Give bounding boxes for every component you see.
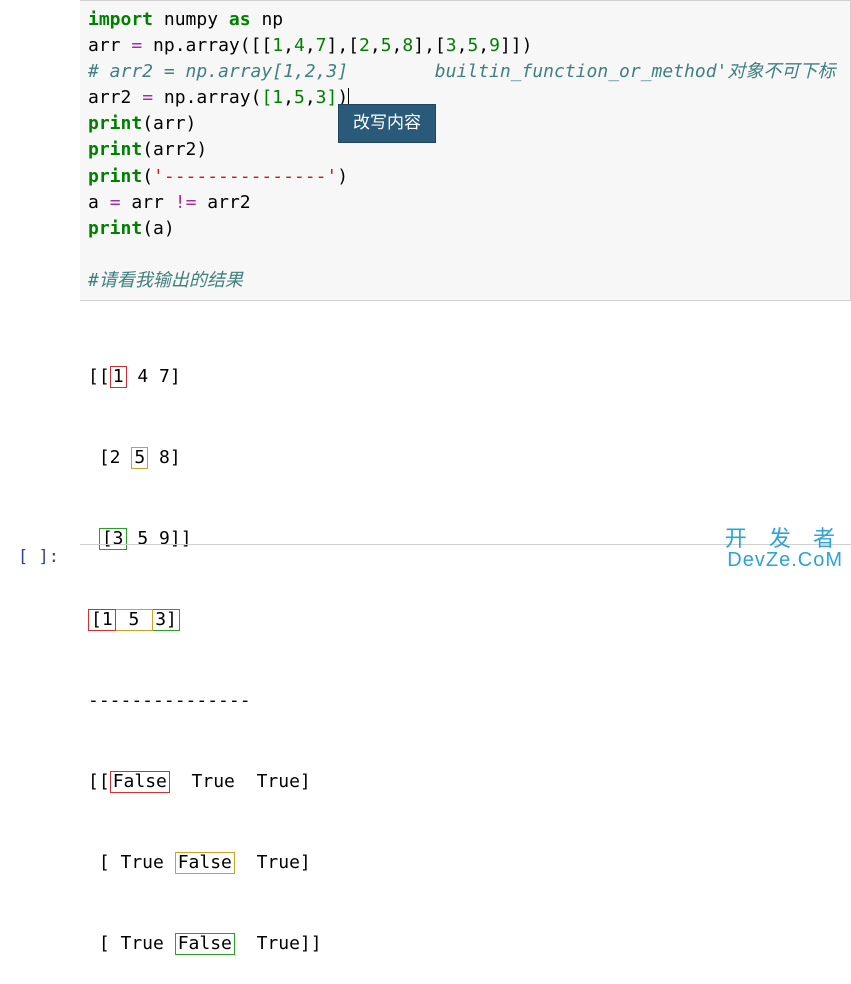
code-line-9: print(a) xyxy=(88,216,842,242)
highlight-green: False xyxy=(175,933,235,955)
comment-tail: builtin_function_or_method'对象不可下标 xyxy=(435,61,836,82)
output-row-2: [2 5 8] xyxy=(88,444,851,471)
input-prompt[interactable]: [ ]: xyxy=(18,547,59,567)
output-row-7: [ True False True] xyxy=(88,849,851,876)
code-line-10 xyxy=(88,242,842,268)
output-row-8: [ True False True]] xyxy=(88,930,851,957)
highlight-red: 1 xyxy=(110,366,127,388)
code-line-7: print('---------------') xyxy=(88,164,842,190)
alias-name: np xyxy=(261,9,283,30)
code-line-6: print(arr2) xyxy=(88,137,842,163)
highlight-red: [1 xyxy=(88,609,116,631)
code-line-4: arr2 = np.array([1,5,3]) xyxy=(88,85,842,111)
output-row-3: [3 5 9]] xyxy=(88,525,851,552)
highlight-gold: 5 xyxy=(131,447,148,469)
keyword-as: as xyxy=(229,9,251,30)
rewrite-tooltip[interactable]: 改写内容 xyxy=(338,104,436,143)
keyword-import: import xyxy=(88,9,153,30)
code-cell[interactable]: import numpy as np arr = np.array([[1,4,… xyxy=(80,0,851,301)
output-area: [[1 4 7] [2 5 8] [3 5 9]] [1 5 3] ------… xyxy=(80,301,851,984)
code-line-5: print(arr) xyxy=(88,111,842,137)
output-row-6: [[False True True] xyxy=(88,768,851,795)
module-name: numpy xyxy=(164,9,218,30)
code-line-8: a = arr != arr2 xyxy=(88,190,842,216)
comment: #请看我输出的结果 xyxy=(88,270,243,291)
code-line-3: # arr2 = np.array[1,2,3] builtin_functio… xyxy=(88,59,842,85)
output-row-5: --------------- xyxy=(88,687,851,714)
cell-divider xyxy=(80,544,851,545)
code-line-11: #请看我输出的结果 xyxy=(88,268,842,294)
output-row-4: [1 5 3] xyxy=(88,606,851,633)
highlight-green: [3 xyxy=(99,528,127,550)
highlight-red: False xyxy=(110,771,170,793)
highlight-gold: 5 xyxy=(116,609,154,631)
tooltip-label: 改写内容 xyxy=(353,113,421,132)
code-line-1: import numpy as np xyxy=(88,7,842,33)
comment: # arr2 = np.array[1,2,3] xyxy=(88,61,348,82)
output-row-1: [[1 4 7] xyxy=(88,363,851,390)
highlight-green: 3] xyxy=(153,609,180,631)
highlight-gold: False xyxy=(175,852,235,874)
code-line-2: arr = np.array([[1,4,7],[2,5,8],[3,5,9]]… xyxy=(88,33,842,59)
